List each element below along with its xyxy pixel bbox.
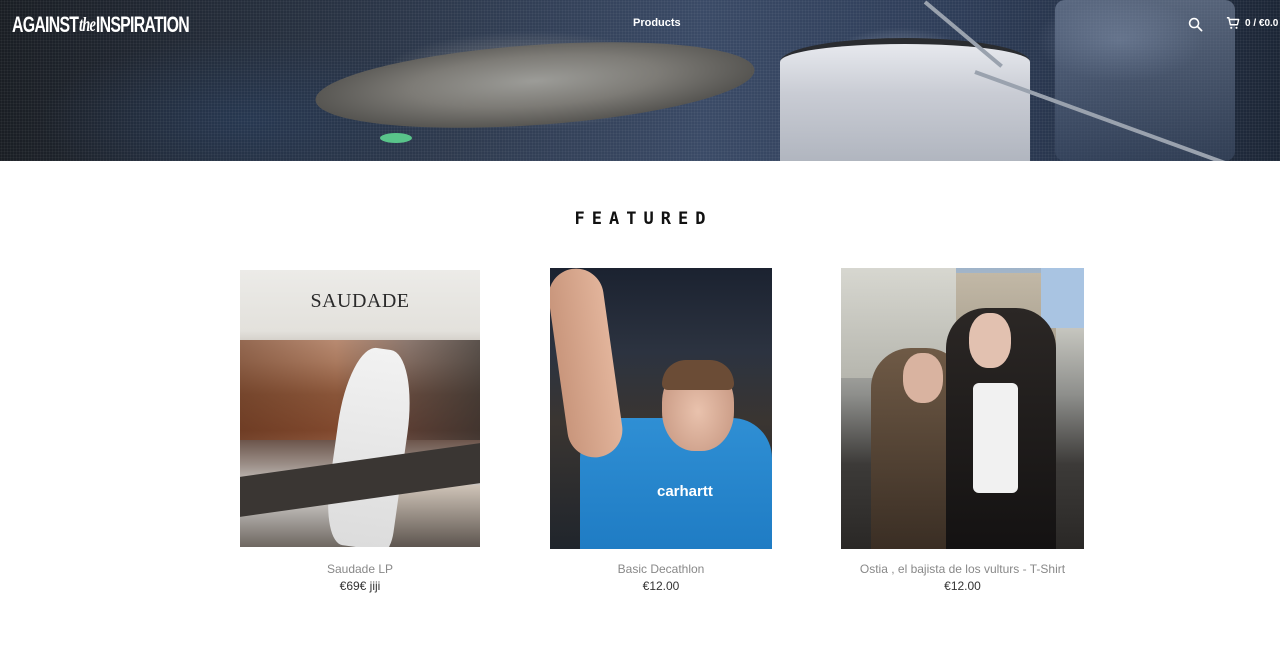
photo-face-right <box>969 313 1011 368</box>
photo-face-left <box>903 353 943 403</box>
photo-hair <box>662 360 734 390</box>
album-art-title: SAUDADE <box>310 290 410 312</box>
cart-total: 0 / €0.0 <box>1245 17 1279 29</box>
nav-products-link[interactable]: Products <box>633 17 681 29</box>
logo-word-inspiration: INSPIRATION <box>95 12 190 37</box>
cart-icon <box>1226 17 1240 29</box>
photo-sky <box>1041 268 1084 328</box>
logo-word-against: AGAINST <box>12 12 79 37</box>
logo-word-the: the <box>78 13 96 36</box>
search-icon[interactable] <box>1188 17 1203 32</box>
album-art-water <box>390 485 480 547</box>
product-name[interactable]: Ostia , el bajista de los vulturs - T-Sh… <box>841 562 1084 576</box>
cart-button[interactable]: 0 / €0.0 <box>1226 16 1278 30</box>
hero-drum-kit-image <box>1055 0 1235 161</box>
product-card-ostia-tshirt[interactable]: Ostia , el bajista de los vulturs - T-Sh… <box>841 268 1084 593</box>
product-card-basic-decathlon[interactable]: carhartt Basic Decathlon €12.00 <box>550 268 772 593</box>
product-price: €12.00 <box>642 579 680 593</box>
product-price: €69€ jiji <box>339 579 381 593</box>
hero-light <box>380 133 412 143</box>
product-card-saudade-lp[interactable]: SAUDADE Saudade LP €69€ jiji <box>240 268 480 593</box>
product-image[interactable]: carhartt <box>550 268 772 549</box>
hero-banner: AGAINST the INSPIRATION Products 0 / €0.… <box>0 0 1280 161</box>
photo-white-tee <box>973 383 1018 493</box>
photo-shirt-logo: carhartt <box>657 483 713 500</box>
product-name[interactable]: Basic Decathlon <box>550 562 772 576</box>
photo-arm <box>550 268 626 461</box>
site-logo[interactable]: AGAINST the INSPIRATION <box>12 12 190 38</box>
product-image[interactable]: SAUDADE <box>240 270 480 547</box>
product-name[interactable]: Saudade LP <box>240 562 480 576</box>
product-price: €12.00 <box>944 579 981 593</box>
featured-heading: FEATURED <box>574 209 713 229</box>
product-image[interactable] <box>841 268 1084 549</box>
